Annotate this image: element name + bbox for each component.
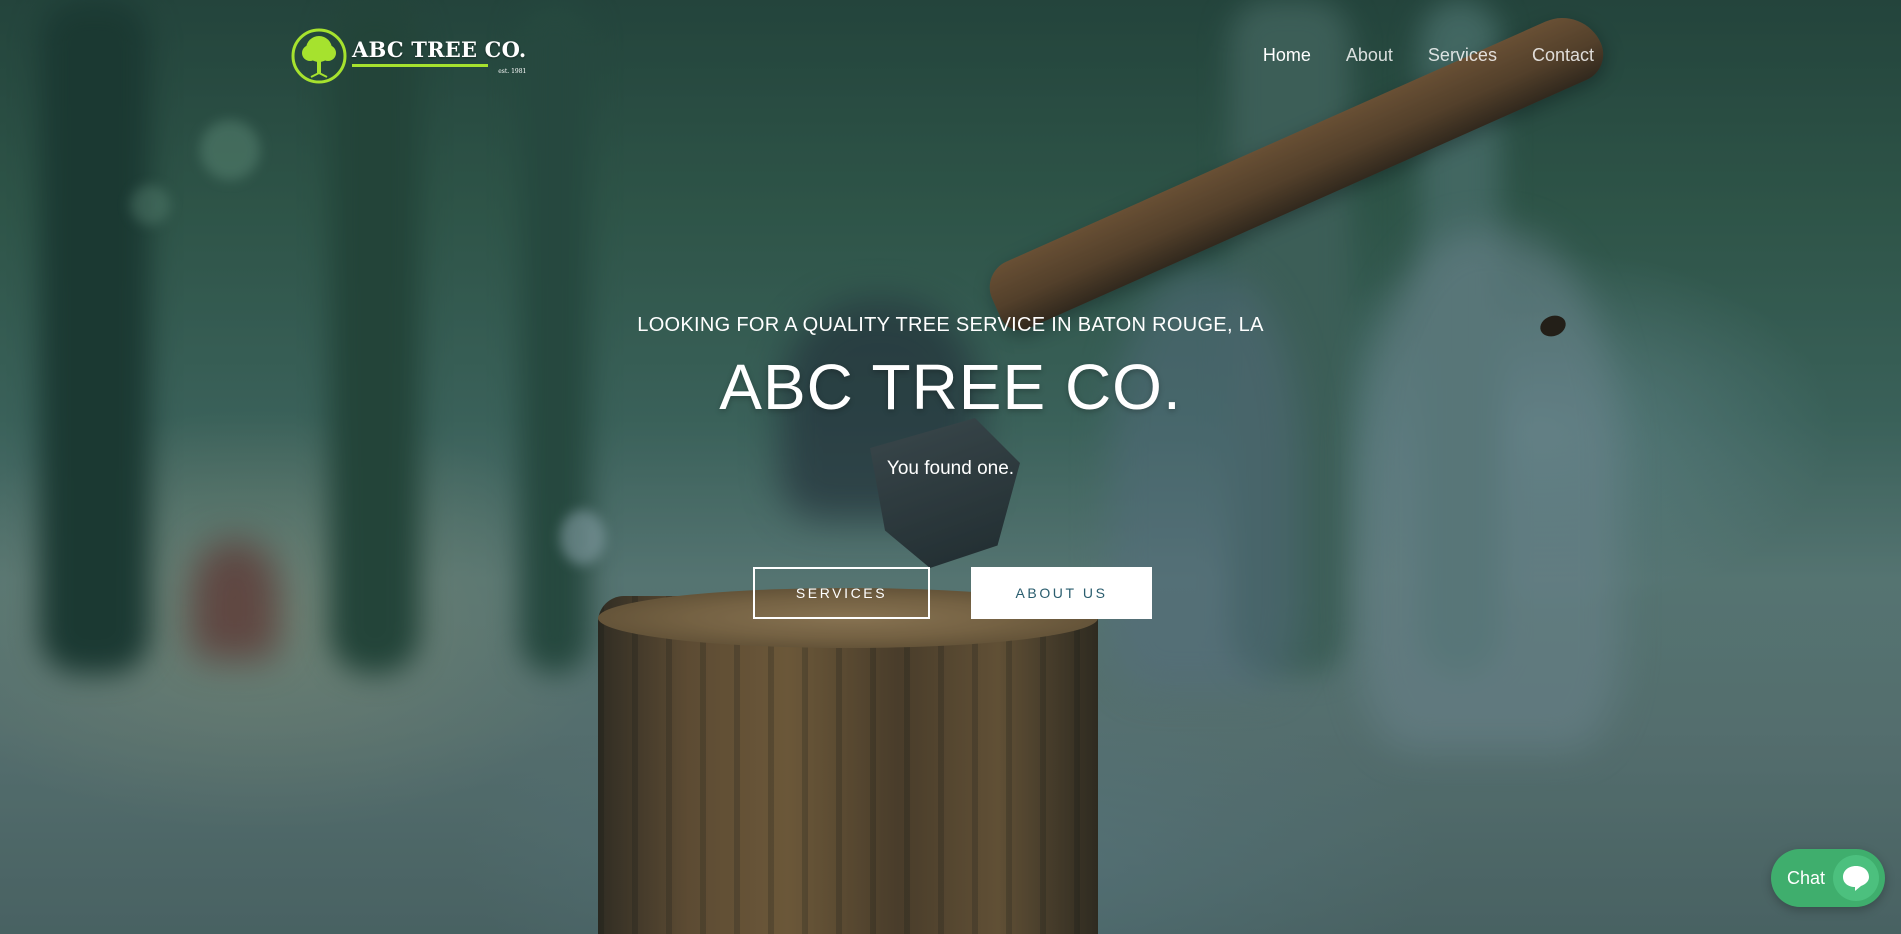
services-button[interactable]: SERVICES: [753, 567, 930, 619]
hero-eyebrow: LOOKING FOR A QUALITY TREE SERVICE IN BA…: [637, 314, 1264, 336]
tree-logo-icon: [291, 28, 347, 84]
chat-bubble-icon: [1833, 855, 1879, 901]
logo-name: ABC TREE CO.: [352, 37, 527, 62]
hero-title: ABC TREE CO.: [719, 351, 1182, 423]
site-logo[interactable]: ABC TREE CO. est. 1981: [290, 26, 526, 86]
chat-label: Chat: [1787, 867, 1826, 888]
site-header: ABC TREE CO. est. 1981 Home About Servic…: [0, 0, 1901, 110]
chat-widget-button[interactable]: Chat: [1771, 849, 1885, 907]
nav-services[interactable]: Services: [1428, 45, 1497, 66]
logo-established: est. 1981: [498, 68, 527, 75]
nav-contact[interactable]: Contact: [1532, 45, 1594, 66]
about-us-button[interactable]: ABOUT US: [971, 567, 1152, 619]
hero-tagline: You found one.: [886, 458, 1015, 479]
main-nav: Home About Services Contact: [1263, 45, 1594, 66]
nav-about[interactable]: About: [1346, 45, 1393, 66]
nav-home[interactable]: Home: [1263, 45, 1311, 66]
logo-underline: [352, 64, 488, 67]
